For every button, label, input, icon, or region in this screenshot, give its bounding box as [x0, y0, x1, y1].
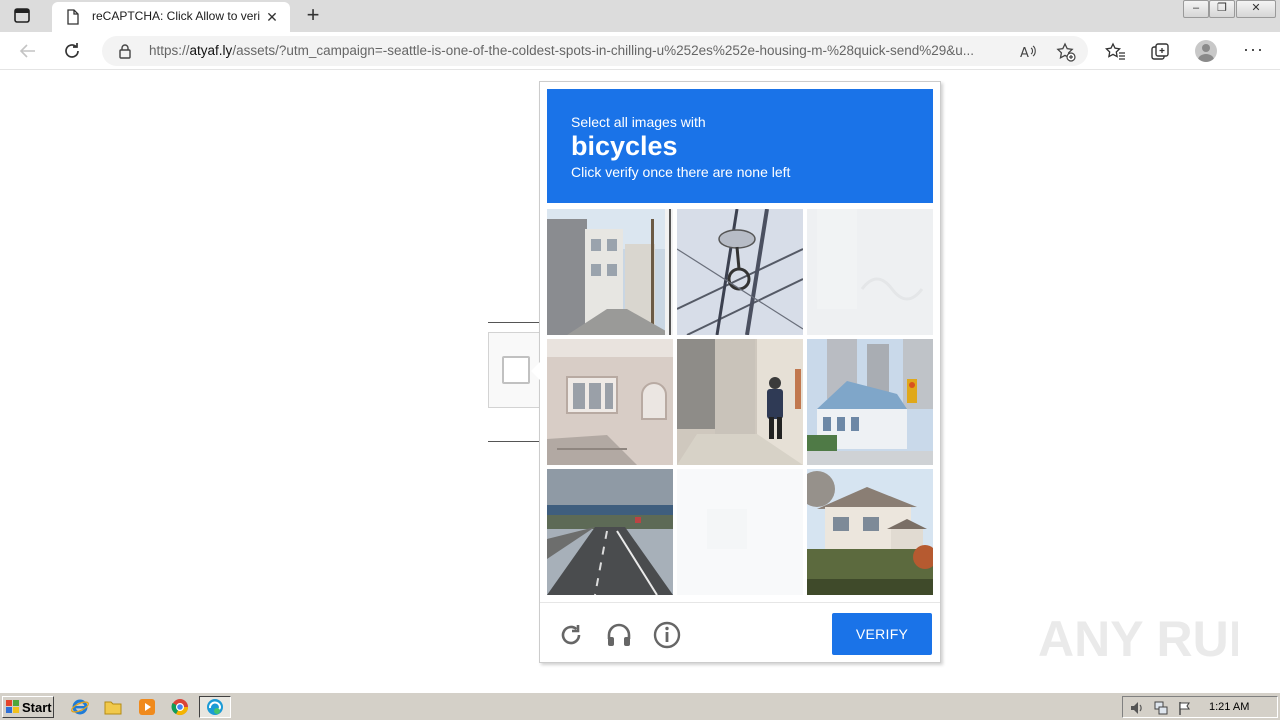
- document-icon: [66, 9, 80, 30]
- media-player-icon[interactable]: [138, 698, 156, 716]
- tab-bar: reCAPTCHA: Click Allow to verify ✕ + – ❐…: [0, 0, 1280, 32]
- image-tile-2[interactable]: [677, 209, 803, 335]
- start-button[interactable]: Start: [2, 696, 54, 718]
- image-tile-9[interactable]: [807, 469, 933, 595]
- browser-toolbar: https://atyaf.ly/assets/?utm_campaign=-s…: [0, 32, 1280, 70]
- start-label: Start: [22, 700, 52, 715]
- watermark-text: ANY RUN: [1038, 611, 1238, 667]
- close-window-button[interactable]: ✕: [1236, 0, 1276, 18]
- popup-pointer: [531, 362, 540, 380]
- restore-button[interactable]: ❐: [1209, 0, 1235, 18]
- network-icon[interactable]: [1153, 700, 1169, 716]
- chrome-icon[interactable]: [171, 698, 189, 716]
- image-tile-1[interactable]: [547, 209, 673, 335]
- more-options-icon[interactable]: ···: [1243, 39, 1264, 60]
- back-icon[interactable]: [17, 40, 39, 62]
- taskbar-edge-active[interactable]: [199, 696, 231, 718]
- url-text: https://atyaf.ly/assets/?utm_campaign=-s…: [149, 43, 1017, 58]
- anyrun-watermark: ANY RUN: [1038, 608, 1265, 668]
- divider-bottom: [488, 441, 540, 442]
- windows-logo-icon: [6, 700, 20, 714]
- divider-top: [488, 322, 540, 323]
- challenge-keyword: bicycles: [571, 131, 678, 161]
- url-prefix: https://: [149, 43, 190, 58]
- challenge-header: Select all images with bicycles Click ve…: [547, 89, 933, 203]
- verify-button[interactable]: VERIFY: [832, 613, 932, 655]
- edge-icon: [206, 698, 224, 716]
- clock: 1:21 AM: [1209, 701, 1250, 713]
- image-tile-6[interactable]: [807, 339, 933, 465]
- close-tab-icon[interactable]: ✕: [264, 9, 280, 25]
- favorites-icon[interactable]: [1104, 41, 1127, 63]
- instruction-text: Select all images with: [571, 114, 706, 130]
- image-grid: [547, 209, 937, 599]
- system-tray: 1:21 AM: [1122, 696, 1278, 718]
- taskbar: Start 1:21 AM: [0, 692, 1280, 720]
- image-tile-3[interactable]: [807, 209, 933, 335]
- image-tile-8[interactable]: [677, 469, 803, 595]
- action-center-flag-icon[interactable]: [1177, 700, 1193, 716]
- refresh-icon[interactable]: [61, 40, 83, 62]
- tab-title: reCAPTCHA: Click Allow to verify: [92, 9, 260, 23]
- collections-icon[interactable]: [1149, 41, 1171, 63]
- read-aloud-icon[interactable]: A: [1019, 42, 1039, 62]
- tab-actions-icon[interactable]: [12, 6, 34, 26]
- volume-icon[interactable]: [1129, 700, 1145, 716]
- file-explorer-icon[interactable]: [104, 698, 122, 716]
- profile-avatar[interactable]: [1195, 40, 1217, 62]
- svg-text:A: A: [1020, 46, 1029, 61]
- image-tile-5[interactable]: [677, 339, 803, 465]
- add-favorite-icon[interactable]: [1056, 42, 1076, 62]
- lock-icon[interactable]: [118, 43, 132, 64]
- internet-explorer-icon[interactable]: [71, 698, 89, 716]
- challenge-footer: VERIFY: [540, 602, 940, 662]
- address-bar[interactable]: https://atyaf.ly/assets/?utm_campaign=-s…: [102, 36, 1088, 66]
- captcha-challenge: Select all images with bicycles Click ve…: [539, 81, 941, 663]
- new-tab-button[interactable]: +: [302, 4, 324, 26]
- image-tile-4[interactable]: [547, 339, 673, 465]
- url-path: /assets/?utm_campaign=-seattle-is-one-of…: [232, 43, 975, 58]
- image-tile-7[interactable]: [547, 469, 673, 595]
- browser-tab[interactable]: reCAPTCHA: Click Allow to verify ✕: [52, 2, 290, 32]
- minimize-button[interactable]: –: [1183, 0, 1209, 18]
- instruction-subtext: Click verify once there are none left: [571, 164, 791, 180]
- info-icon[interactable]: [653, 621, 681, 649]
- recaptcha-checkbox[interactable]: [502, 356, 530, 384]
- audio-challenge-icon[interactable]: [605, 621, 633, 649]
- reload-challenge-icon[interactable]: [557, 621, 585, 649]
- url-host: atyaf.ly: [189, 43, 233, 58]
